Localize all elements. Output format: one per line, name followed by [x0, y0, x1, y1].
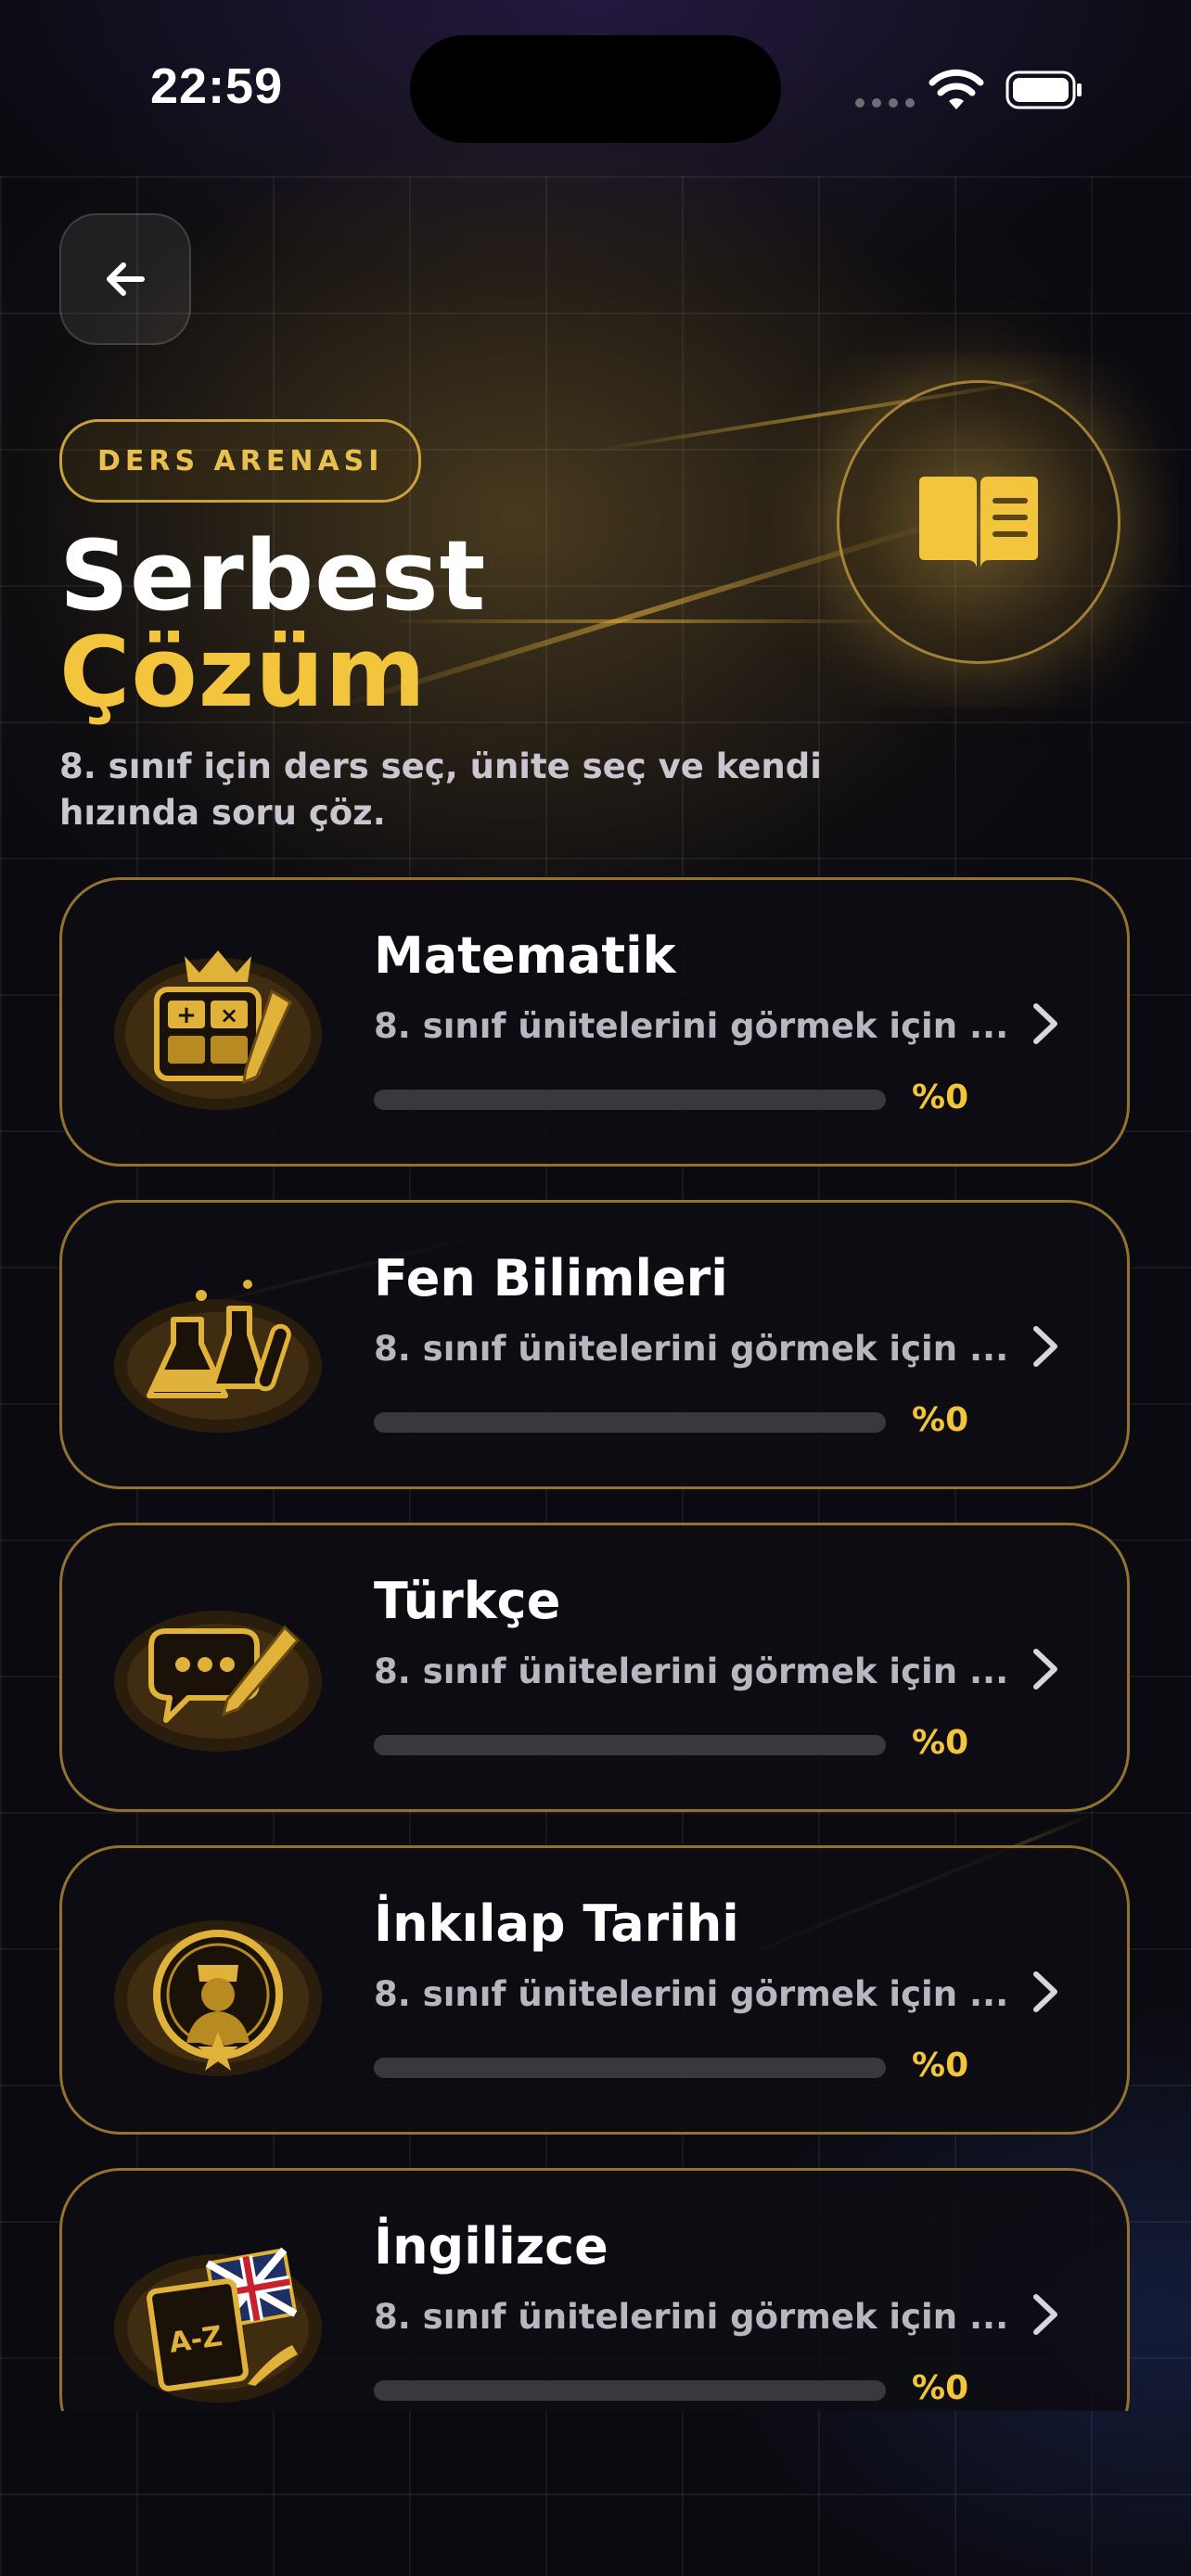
- subject-name: Türkçe: [374, 1572, 561, 1630]
- page-title-accent: Çözüm: [59, 616, 427, 729]
- progress-label: %0: [912, 1401, 969, 1439]
- subject-description: 8. sınıf ünitelerini görmek için ...: [374, 1006, 1009, 1046]
- subject-card-fen-bilimleri[interactable]: Fen Bilimleri 8. sınıf ünitelerini görme…: [59, 1200, 1130, 1489]
- dynamic-island: [410, 35, 781, 143]
- cellular-signal-icon: [855, 98, 915, 108]
- subject-card-matematik[interactable]: + × Matematik 8. sınıf ünitelerini görme…: [59, 877, 1130, 1167]
- subject-description: 8. sınıf ünitelerini görmek için ...: [374, 1974, 1009, 2014]
- chevron-right-icon: [1033, 1971, 1057, 2012]
- svg-text:×: ×: [220, 1002, 238, 1028]
- lab-flasks-icon: [114, 1280, 322, 1433]
- progress-bar: [374, 2380, 886, 2401]
- subject-name: İngilizce: [374, 2217, 608, 2276]
- section-badge: DERS ARENASI: [59, 419, 422, 503]
- wifi-icon: [928, 69, 984, 109]
- battery-icon: [1005, 70, 1082, 109]
- progress-bar: [374, 1735, 886, 1755]
- subject-description: 8. sınıf ünitelerini görmek için ...: [374, 2297, 1009, 2337]
- chevron-right-icon: [1033, 1649, 1057, 1690]
- svg-text:+: +: [176, 1001, 197, 1029]
- progress-bar: [374, 1412, 886, 1433]
- subject-card-ingilizce[interactable]: A-Z İngilizce 8. sınıf ünitelerini görme…: [59, 2168, 1130, 2411]
- subject-name: Matematik: [374, 926, 676, 985]
- progress-label: %0: [912, 1078, 969, 1116]
- subject-list[interactable]: + × Matematik 8. sınıf ünitelerini görme…: [0, 872, 1191, 2411]
- back-button[interactable]: [59, 213, 191, 345]
- hero-book-emblem: [837, 380, 1121, 664]
- status-bar: 22:59: [0, 0, 1191, 176]
- chevron-right-icon: [1033, 2294, 1057, 2335]
- progress-bar: [374, 1090, 886, 1110]
- subject-name: İnkılap Tarihi: [374, 1894, 739, 1953]
- subject-description: 8. sınıf ünitelerini görmek için ...: [374, 1651, 1009, 1691]
- status-time: 22:59: [150, 58, 284, 114]
- subject-card-inkilap-tarihi[interactable]: İnkılap Tarihi 8. sınıf ünitelerini görm…: [59, 1845, 1130, 2135]
- progress-bar: [374, 2058, 886, 2078]
- calculator-crown-icon: + ×: [114, 950, 322, 1110]
- subject-name: Fen Bilimleri: [374, 1249, 728, 1307]
- progress-label: %0: [912, 2369, 969, 2407]
- page-subtitle: 8. sınıf için ders seç, ünite seç ve ken…: [59, 746, 822, 833]
- open-book-icon: [919, 477, 1038, 567]
- progress-label: %0: [912, 2047, 969, 2085]
- subject-card-turkce[interactable]: Türkçe 8. sınıf ünitelerini görmek için …: [59, 1523, 1130, 1812]
- chevron-right-icon: [1033, 1326, 1057, 1367]
- dictionary-flag-icon: A-Z: [114, 2247, 322, 2403]
- arrow-left-icon: [107, 262, 145, 296]
- medallion-portrait-icon: [114, 1920, 322, 2076]
- chevron-right-icon: [1033, 1003, 1057, 1044]
- progress-label: %0: [912, 1724, 969, 1762]
- subject-description: 8. sınıf ünitelerini görmek için ...: [374, 1329, 1009, 1369]
- speech-bubble-pen-icon: [114, 1611, 322, 1752]
